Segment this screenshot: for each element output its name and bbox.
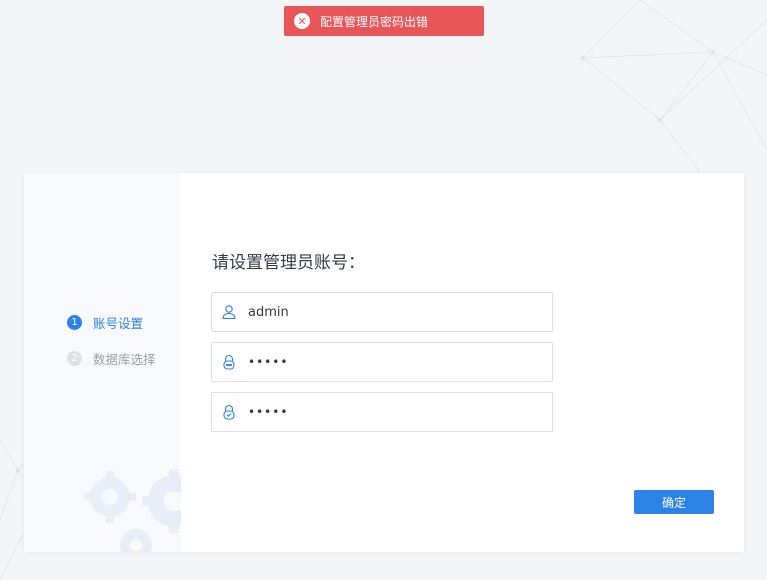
user-icon: [221, 304, 237, 320]
close-circle-icon[interactable]: ✕: [294, 13, 310, 29]
username-input[interactable]: [248, 297, 538, 327]
form-title: 请设置管理员账号：: [212, 253, 365, 273]
confirm-button[interactable]: 确定: [634, 490, 714, 514]
username-field[interactable]: [211, 292, 553, 332]
password-field[interactable]: [211, 342, 553, 382]
step-label: 账号设置: [93, 316, 144, 331]
step-label: 数据库选择: [93, 352, 156, 367]
lock-check-icon: [221, 404, 237, 420]
step-account-setup[interactable]: 1 账号设置: [67, 313, 143, 332]
confirm-password-field[interactable]: [211, 392, 553, 432]
error-toast-message: 配置管理员密码出错: [320, 14, 429, 29]
step-database-select[interactable]: 2 数据库选择: [67, 349, 156, 368]
lock-icon: [221, 354, 237, 370]
password-input[interactable]: [248, 347, 538, 377]
error-toast: ✕ 配置管理员密码出错: [284, 6, 484, 36]
step-number: 1: [67, 315, 82, 330]
gears-decoration-icon: [84, 469, 181, 552]
confirm-password-input[interactable]: [248, 397, 538, 427]
steps-sidebar: 1 账号设置 2 数据库选择: [24, 173, 181, 552]
setup-panel: 1 账号设置 2 数据库选择 请设置管理员账号： admin ••••• •••…: [24, 173, 744, 552]
step-number: 2: [67, 351, 82, 366]
